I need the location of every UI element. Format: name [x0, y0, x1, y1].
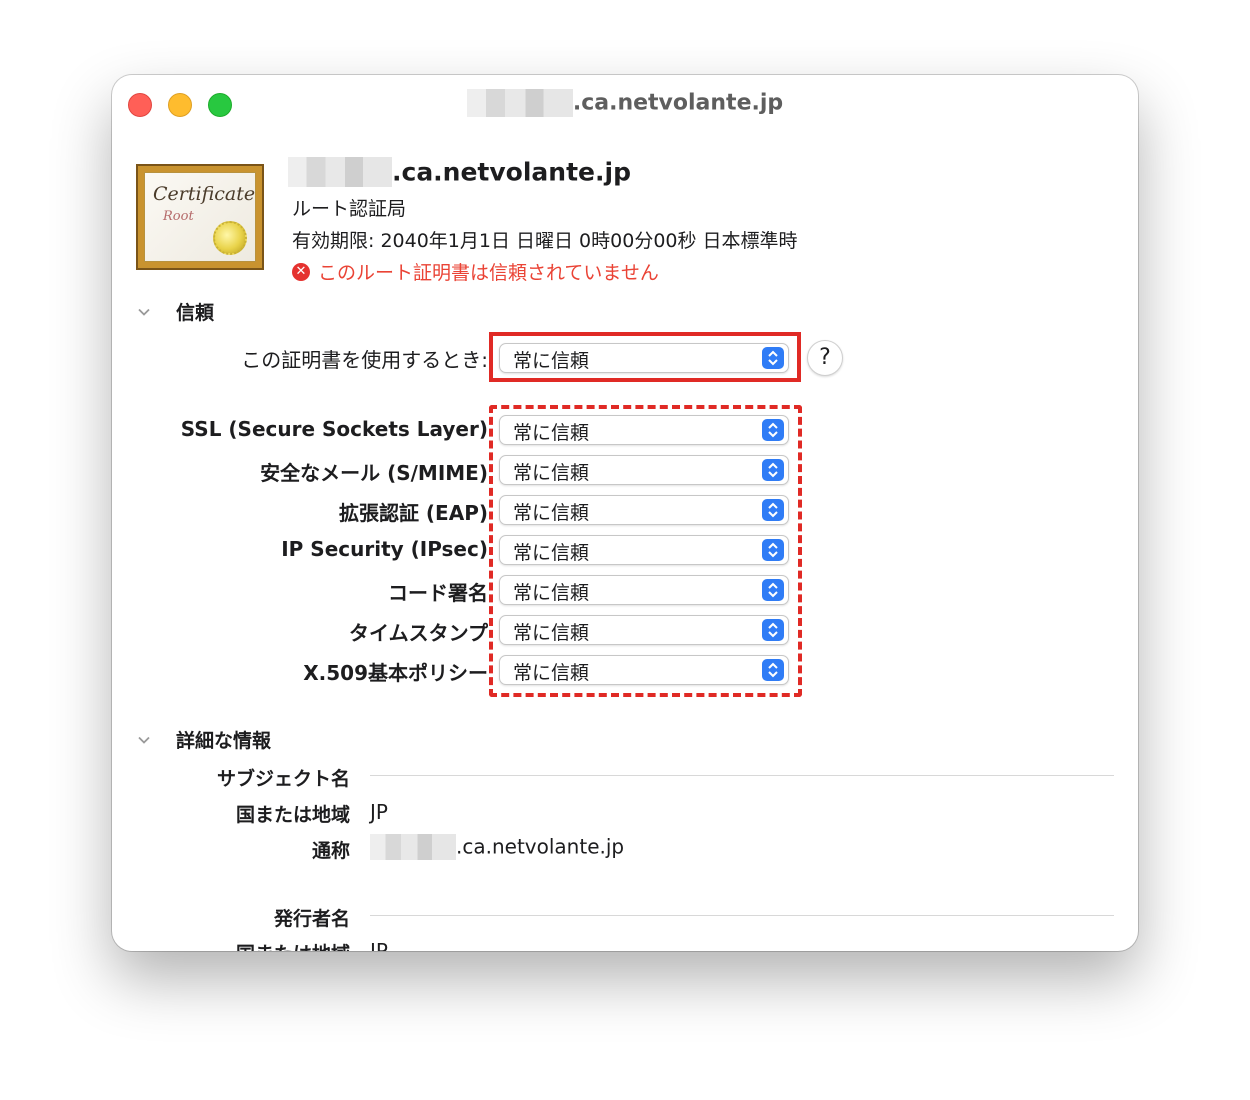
- seal-icon: [213, 221, 247, 255]
- trust-section-toggle[interactable]: 信頼: [138, 298, 214, 325]
- x-circle-icon: ✕: [292, 262, 310, 281]
- details-section-label: 詳細な情報: [176, 730, 272, 752]
- help-button[interactable]: ?: [807, 340, 843, 376]
- select-value: 常に信頼: [513, 542, 590, 564]
- trust-row-label-code-signing: コード署名: [388, 581, 488, 605]
- redacted-hostname: [288, 157, 392, 187]
- highlight-box-solid: [489, 332, 801, 382]
- certificate-icon-sub: Root: [163, 209, 194, 224]
- country-value: JP: [370, 800, 388, 824]
- chevron-down-icon: [138, 736, 150, 744]
- window-title: .ca.netvolante.jp: [112, 89, 1138, 117]
- when-using-label: この証明書を使用するとき:: [241, 348, 488, 372]
- up-down-arrow-icon: [762, 579, 784, 601]
- trust-warning: ✕ このルート証明書は信頼されていません: [292, 258, 659, 285]
- common-name-text: .ca.netvolante.jp: [456, 834, 625, 859]
- subject-name-label: サブジェクト名: [216, 768, 350, 790]
- up-down-arrow-icon: [762, 659, 784, 681]
- redacted-hostname: [466, 89, 573, 117]
- title-bar: .ca.netvolante.jp: [112, 75, 1138, 131]
- trust-select-eap[interactable]: 常に信頼: [499, 495, 789, 525]
- redacted-hostname: [370, 833, 456, 860]
- select-value: 常に信頼: [513, 462, 590, 484]
- issuer-divider: [370, 915, 1114, 916]
- trust-row-label-eap: 拡張認証 (EAP): [338, 501, 488, 525]
- common-name-value: .ca.netvolante.jp: [370, 833, 624, 860]
- select-value: 常に信頼: [513, 502, 590, 524]
- trust-row-label-x509: X.509基本ポリシー: [303, 661, 488, 685]
- trust-warning-text: このルート証明書は信頼されていません: [318, 262, 659, 284]
- trust-select-timestamp[interactable]: 常に信頼: [499, 615, 789, 645]
- select-value: 常に信頼: [513, 422, 590, 444]
- select-value: 常に信頼: [513, 622, 590, 644]
- chevron-down-icon: [138, 308, 150, 316]
- select-value: 常に信頼: [513, 662, 590, 684]
- certificate-expiry: 有効期限: 2040年1月1日 日曜日 0時00分00秒 日本標準時: [292, 230, 798, 252]
- common-name-label: 通称: [311, 840, 350, 862]
- issuer-country-label: 国または地域: [236, 939, 350, 951]
- trust-row-label-ssl: SSL (Secure Sockets Layer): [180, 417, 488, 441]
- certificate-kind: ルート認証局: [292, 198, 407, 220]
- up-down-arrow-icon: [762, 459, 784, 481]
- certificate-icon: Certificate Root: [136, 164, 264, 270]
- certificate-name-text: .ca.netvolante.jp: [392, 157, 631, 187]
- trust-select-ssl[interactable]: 常に信頼: [499, 415, 789, 445]
- window-title-text: .ca.netvolante.jp: [572, 90, 784, 116]
- certificate-window: .ca.netvolante.jp Certificate Root .ca.n…: [112, 75, 1138, 951]
- trust-select-smime[interactable]: 常に信頼: [499, 455, 789, 485]
- trust-select-code-signing[interactable]: 常に信頼: [499, 575, 789, 605]
- trust-select-x509[interactable]: 常に信頼: [499, 655, 789, 685]
- trust-row-label-timestamp: タイムスタンプ: [349, 621, 488, 645]
- up-down-arrow-icon: [762, 419, 784, 441]
- certificate-icon-word: Certificate: [153, 183, 256, 205]
- trust-row-label-smime: 安全なメール (S/MIME): [260, 461, 488, 485]
- issuer-name-label: 発行者名: [273, 908, 350, 930]
- subject-divider: [370, 775, 1114, 776]
- trust-select-ipsec[interactable]: 常に信頼: [499, 535, 789, 565]
- up-down-arrow-icon: [762, 539, 784, 561]
- certificate-name: .ca.netvolante.jp: [288, 157, 631, 187]
- trust-section-label: 信頼: [176, 302, 215, 324]
- details-section-toggle[interactable]: 詳細な情報: [138, 726, 271, 753]
- country-label: 国または地域: [235, 804, 350, 826]
- up-down-arrow-icon: [762, 619, 784, 641]
- trust-row-label-ipsec: IP Security (IPsec): [281, 537, 488, 561]
- issuer-country-value: JP: [370, 939, 388, 951]
- up-down-arrow-icon: [762, 499, 784, 521]
- select-value: 常に信頼: [513, 582, 590, 604]
